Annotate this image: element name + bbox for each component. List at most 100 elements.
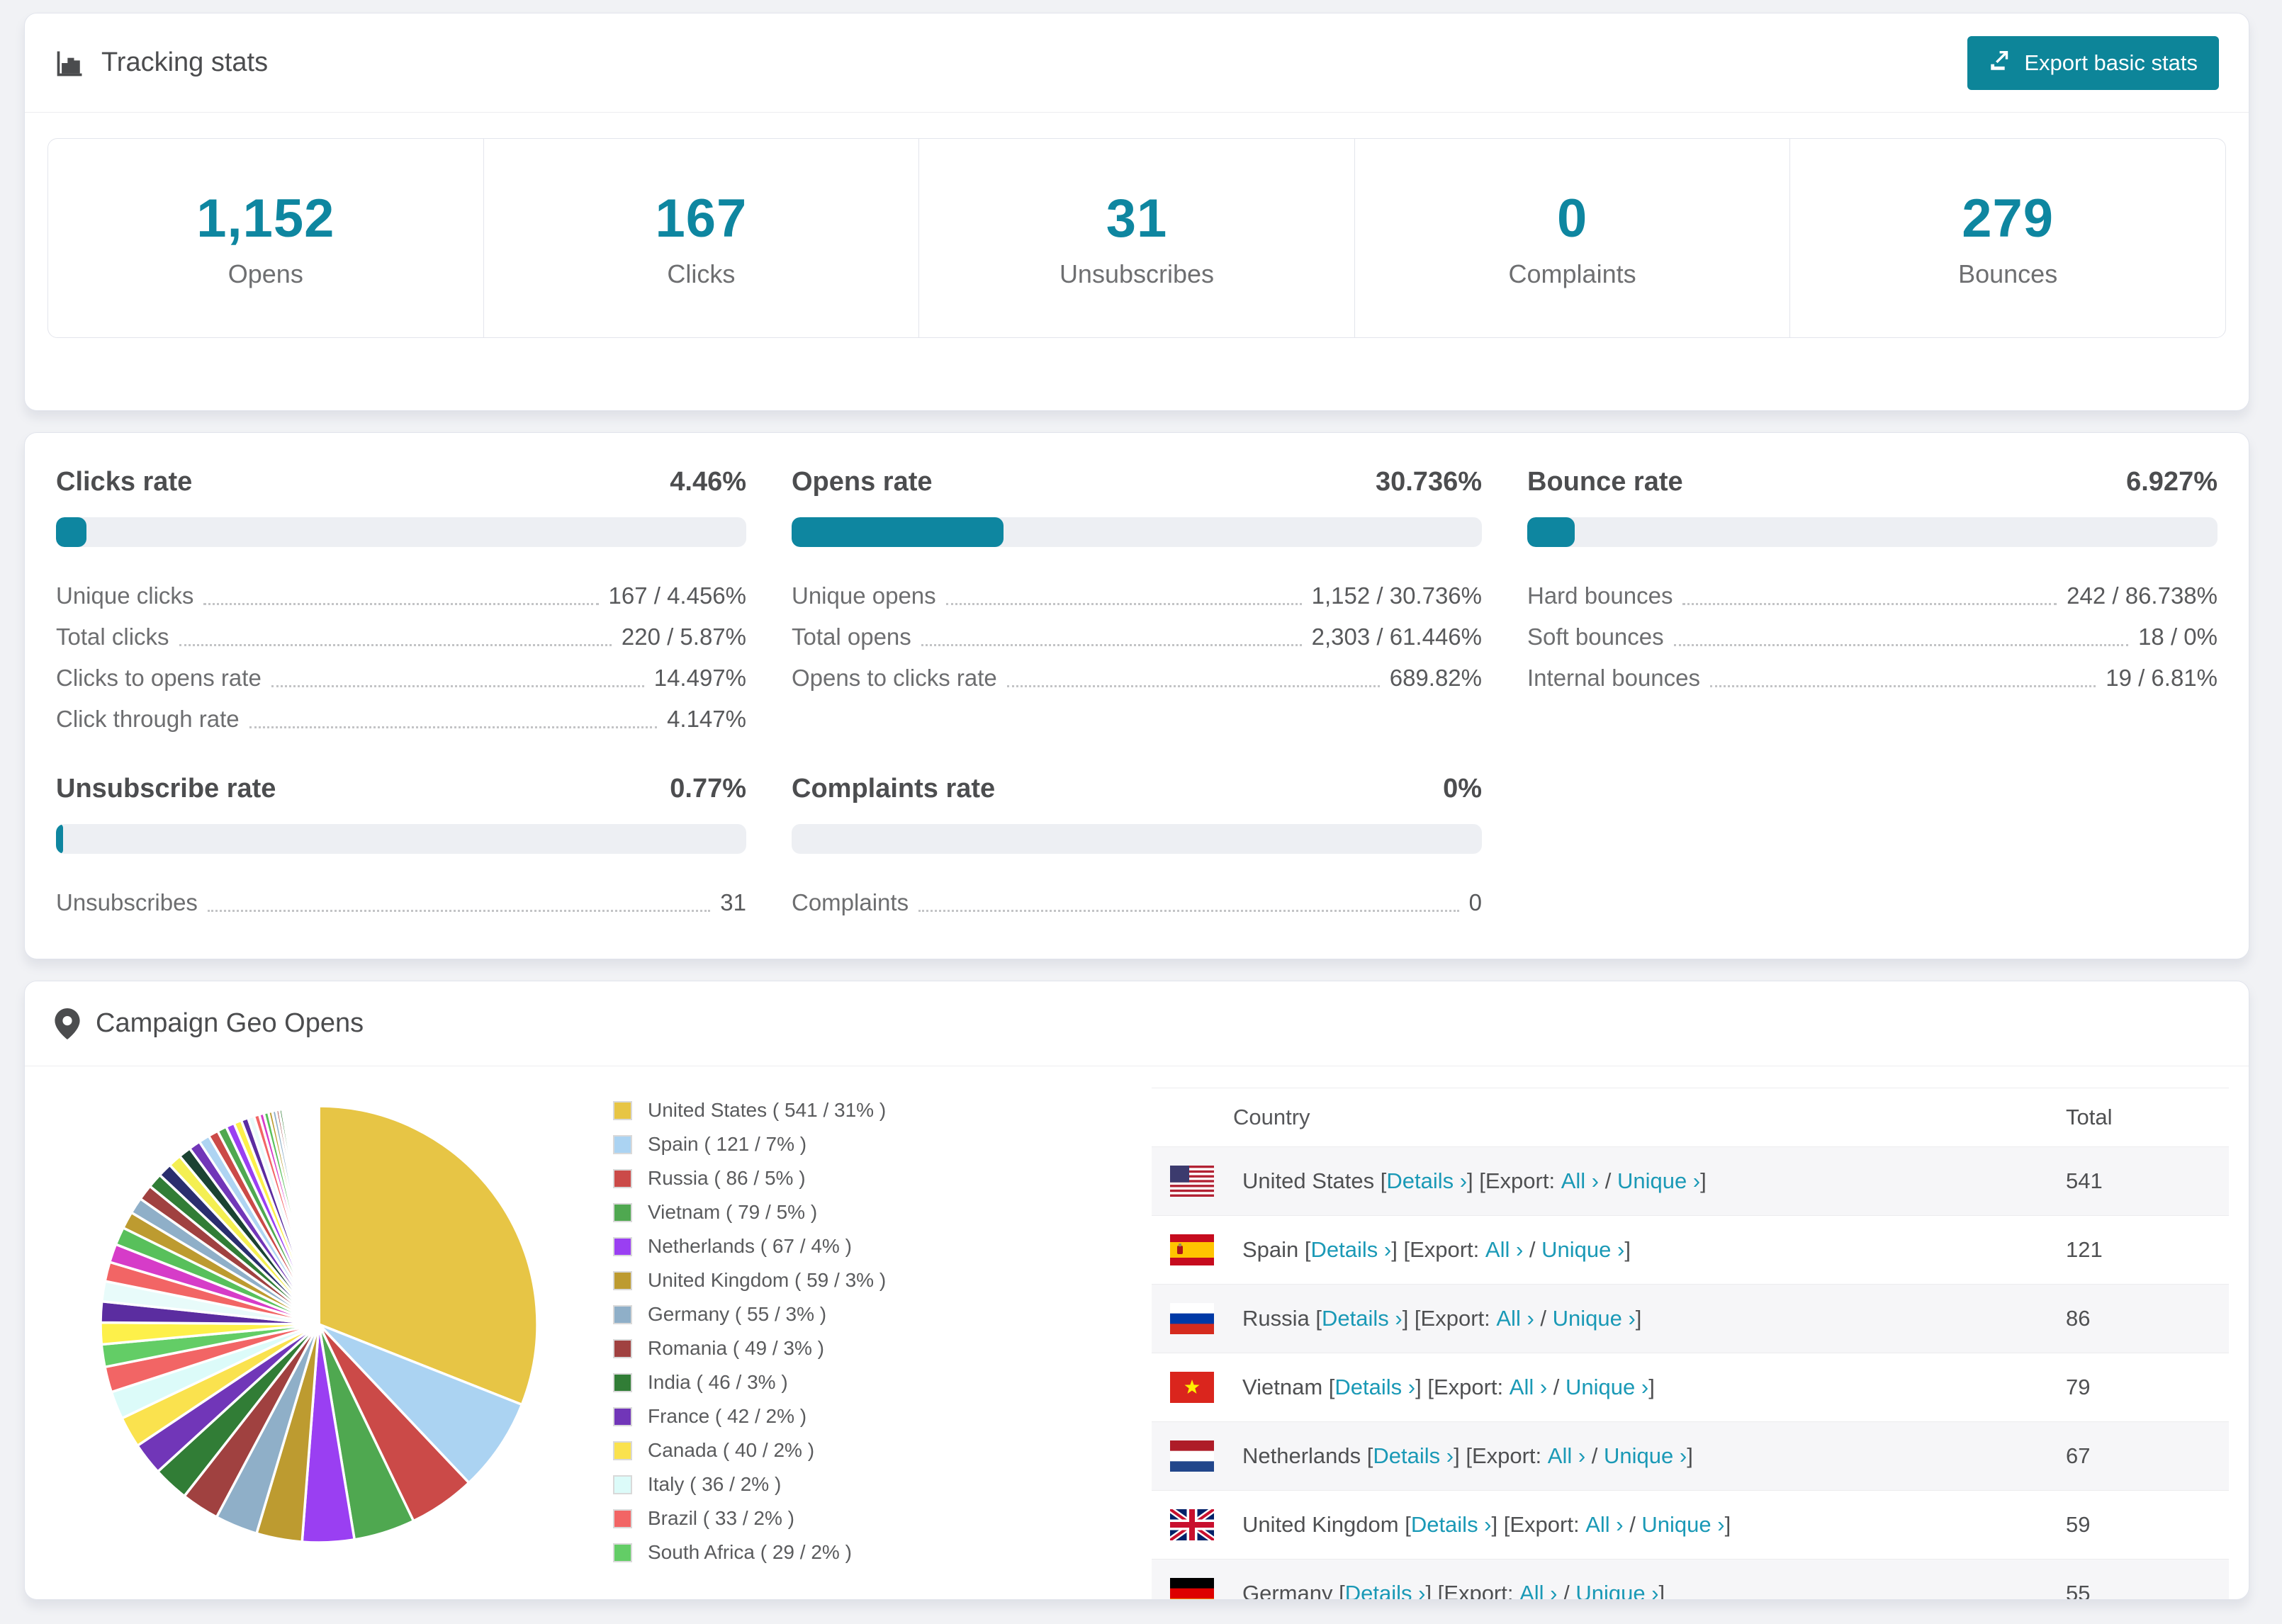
stat-row-label: Unsubscribes	[56, 889, 198, 915]
table-row: Netherlands [Details ›] [Export: All › /…	[1152, 1421, 2229, 1490]
country-cell: Vietnam [Details ›] [Export: All › / Uni…	[1152, 1372, 2066, 1403]
legend-item: Germany ( 55 / 3% )	[613, 1303, 1152, 1326]
clicks-label: Clicks	[667, 259, 736, 288]
stat-row-label: Internal bounces	[1527, 665, 1701, 691]
export-unique-link[interactable]: Unique ›	[1541, 1237, 1624, 1263]
export-unique-link[interactable]: Unique ›	[1641, 1512, 1724, 1538]
details-link[interactable]: Details ›	[1411, 1512, 1492, 1538]
total-column-header: Total	[2066, 1105, 2113, 1129]
page-title: Tracking stats	[101, 47, 269, 77]
flag-icon-nl	[1170, 1440, 1214, 1472]
table-row: United States [Details ›] [Export: All ›…	[1152, 1146, 2229, 1215]
stat-row-label: Unique clicks	[56, 582, 194, 609]
table-row: Germany [Details ›] [Export: All › / Uni…	[1152, 1559, 2229, 1600]
legend-swatch	[613, 1509, 632, 1528]
stat-row-label: Complaints	[792, 889, 909, 915]
export-unique-link[interactable]: Unique ›	[1553, 1306, 1636, 1331]
country-name: United Kingdom	[1242, 1512, 1405, 1537]
geo-opens-table: Country Total United States [Details ›] …	[1152, 1088, 2229, 1600]
clicks-rate-bar	[56, 517, 746, 547]
country-name: Netherlands	[1242, 1443, 1367, 1468]
table-row: Spain [Details ›] [Export: All › / Uniqu…	[1152, 1215, 2229, 1284]
stat-row-value: 242 / 86.738%	[2067, 582, 2218, 609]
tracking-stats-header: Tracking stats Export basic stats	[25, 13, 2249, 113]
tracking-stats-card: Tracking stats Export basic stats 1,152 …	[24, 13, 2249, 411]
legend-item: Netherlands ( 67 / 4% )	[613, 1235, 1152, 1258]
legend-item: India ( 46 / 3% )	[613, 1371, 1152, 1394]
stat-row-value: 0	[1468, 889, 1482, 915]
export-all-link[interactable]: All ›	[1485, 1237, 1523, 1263]
total-value: 121	[2066, 1237, 2103, 1262]
details-link[interactable]: Details ›	[1373, 1443, 1454, 1469]
export-all-link[interactable]: All ›	[1548, 1443, 1585, 1469]
export-all-link[interactable]: All ›	[1585, 1512, 1623, 1538]
stat-row-label: Soft bounces	[1527, 624, 1664, 650]
stat-row-label: Clicks to opens rate	[56, 665, 262, 691]
stats-summary-row: 1,152 Opens 167 Clicks 31 Unsubscribes 0…	[47, 138, 2226, 338]
export-unique-link[interactable]: Unique ›	[1566, 1375, 1648, 1400]
complaints-rate-value: 0%	[1443, 774, 1482, 803]
rates-card: Clicks rate 4.46% Unique clicks 167 / 4.4…	[24, 432, 2249, 959]
export-unique-link[interactable]: Unique ›	[1617, 1168, 1700, 1194]
legend-swatch	[613, 1440, 632, 1460]
clicks-rate-title: Clicks rate	[56, 467, 193, 497]
legend-swatch	[613, 1270, 632, 1290]
map-pin-icon	[55, 1008, 80, 1039]
stat-row-value: 689.82%	[1389, 665, 1482, 691]
legend-item: United States ( 541 / 31% )	[613, 1099, 1152, 1122]
legend-item: Spain ( 121 / 7% )	[613, 1133, 1152, 1156]
stat-bounces: 279 Bounces	[1790, 139, 2225, 337]
flag-icon-gb	[1170, 1509, 1214, 1540]
complaints-rate-section: Complaints rate 0% Complaints 0	[792, 774, 1482, 920]
legend-item: Romania ( 49 / 3% )	[613, 1337, 1152, 1360]
legend-swatch	[613, 1304, 632, 1324]
unsubscribe-rate-section: Unsubscribe rate 0.77% Unsubscribes 31	[56, 774, 746, 920]
clicks-rate-section: Clicks rate 4.46% Unique clicks 167 / 4.4…	[56, 467, 746, 737]
geo-pie-chart	[25, 1066, 613, 1558]
details-link[interactable]: Details ›	[1311, 1237, 1392, 1263]
stat-row-value: 2,303 / 61.446%	[1311, 624, 1482, 650]
total-value: 79	[2066, 1375, 2091, 1399]
export-all-link[interactable]: All ›	[1519, 1581, 1557, 1599]
total-value: 59	[2066, 1512, 2091, 1537]
export-basic-stats-button[interactable]: Export basic stats	[1967, 35, 2219, 90]
details-link[interactable]: Details ›	[1345, 1581, 1426, 1599]
table-row: Russia [Details ›] [Export: All › / Uniq…	[1152, 1284, 2229, 1353]
country-cell: United Kingdom [Details ›] [Export: All …	[1152, 1509, 2066, 1540]
details-link[interactable]: Details ›	[1322, 1306, 1403, 1331]
stat-row-label: Click through rate	[56, 706, 240, 732]
unsubscribe-rate-bar	[56, 824, 746, 854]
stat-opens: 1,152 Opens	[48, 139, 484, 337]
country-cell: Germany [Details ›] [Export: All › / Uni…	[1152, 1578, 2066, 1600]
legend-item: Brazil ( 33 / 2% )	[613, 1507, 1152, 1530]
country-name: Germany	[1242, 1581, 1339, 1600]
geo-table-header: Country Total	[1152, 1088, 2229, 1146]
country-cell: Russia [Details ›] [Export: All › / Uniq…	[1152, 1303, 2066, 1334]
details-link[interactable]: Details ›	[1386, 1168, 1467, 1194]
opens-rate-title: Opens rate	[792, 467, 933, 497]
export-unique-link[interactable]: Unique ›	[1604, 1443, 1687, 1469]
complaints-value: 0	[1556, 188, 1588, 249]
export-all-link[interactable]: All ›	[1510, 1375, 1547, 1400]
bounces-label: Bounces	[1958, 259, 2058, 288]
bounce-rate-section: Bounce rate 6.927% Hard bounces 242 / 86.…	[1527, 467, 2218, 737]
complaints-rate-title: Complaints rate	[792, 774, 996, 803]
country-name: United States	[1242, 1168, 1381, 1193]
stat-row-value: 14.497%	[653, 665, 746, 691]
bounce-rate-bar	[1527, 517, 2218, 547]
complaints-label: Complaints	[1508, 259, 1636, 288]
flag-icon-us	[1170, 1166, 1214, 1197]
export-all-link[interactable]: All ›	[1561, 1168, 1599, 1194]
opens-rate-value: 30.736%	[1375, 467, 1482, 497]
unsubscribe-rate-title: Unsubscribe rate	[56, 774, 276, 803]
legend-swatch	[613, 1168, 632, 1188]
details-link[interactable]: Details ›	[1334, 1375, 1415, 1400]
export-all-link[interactable]: All ›	[1496, 1306, 1534, 1331]
bar-chart-icon	[55, 47, 86, 79]
country-cell: Spain [Details ›] [Export: All › / Uniqu…	[1152, 1234, 2066, 1265]
stat-row-value: 167 / 4.456%	[608, 582, 747, 609]
stat-row-label: Hard bounces	[1527, 582, 1673, 609]
export-unique-link[interactable]: Unique ›	[1575, 1581, 1658, 1599]
legend-swatch	[613, 1100, 632, 1120]
bounce-rate-value: 6.927%	[2126, 467, 2218, 497]
